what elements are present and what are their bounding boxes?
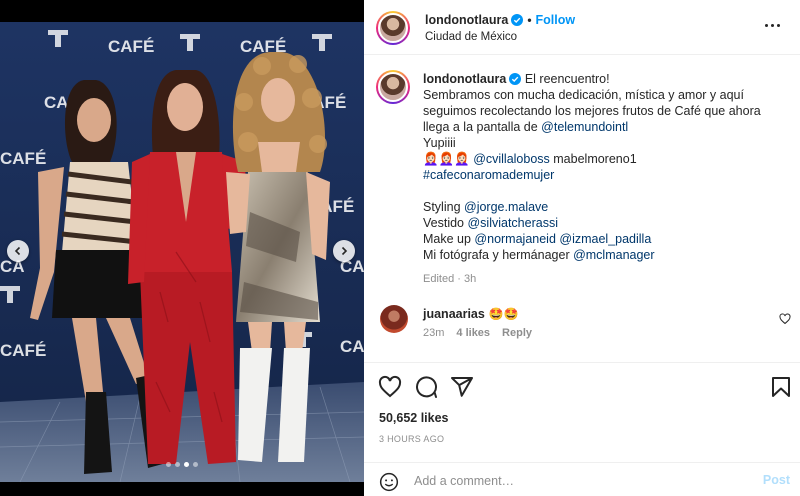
author-avatar[interactable] [376, 11, 410, 45]
reply-button[interactable]: Reply [502, 327, 532, 339]
post-details-panel: londonotlaura • Follow Ciudad de México lo… [364, 0, 800, 496]
post-header: londonotlaura • Follow Ciudad de México [364, 0, 800, 55]
carousel-dot-active [184, 462, 189, 467]
carousel-dot [175, 462, 180, 467]
carousel-next-button[interactable] [333, 240, 355, 262]
carousel-dot [166, 462, 171, 467]
comment-input[interactable] [412, 471, 742, 491]
comment-like-heart-icon[interactable] [779, 313, 791, 325]
post-caption: londonotlaura El reencuentro! Sembramos … [423, 71, 793, 287]
mention-link[interactable]: @normajaneid [474, 232, 555, 246]
svg-text:CAFÉ: CAFÉ [0, 341, 46, 360]
comment-meta: 23m 4 likes Reply [423, 327, 532, 339]
follow-button[interactable]: Follow [536, 13, 576, 27]
mention-link[interactable]: @izmael_padilla [559, 232, 651, 246]
author-header: londonotlaura • Follow [425, 13, 575, 27]
caption-line-11: Mi fotógrafa y hermánager [423, 248, 574, 262]
more-options-button[interactable] [762, 15, 782, 35]
heart-icon[interactable] [378, 375, 402, 399]
mention-link[interactable]: @mclmanager [573, 248, 654, 262]
mention-link[interactable]: @cvillaloboss [473, 152, 550, 166]
svg-text:CAFÉ: CAFÉ [340, 337, 364, 356]
edited-time[interactable]: 3h [464, 273, 476, 285]
instagram-post-modal: CAFÉ CAFÉ CAFÉ CAFÉ CAFÉ CAFÉ CAFÉ CAFÉ … [0, 0, 800, 496]
carousel-dot [193, 462, 198, 467]
carousel-indicator [0, 462, 364, 467]
commenter-username[interactable]: juanaarias [423, 307, 485, 321]
caption-emoji: 👩🏻‍🦰👩🏻‍🦰👩🏻‍🦰 [423, 152, 470, 166]
caption-username[interactable]: londonotlaura [423, 72, 506, 86]
post-photo[interactable]: CAFÉ CAFÉ CAFÉ CAFÉ CAFÉ CAFÉ CAFÉ CAFÉ … [0, 22, 364, 482]
comment-text: 🤩🤩 [488, 307, 519, 321]
svg-text:CAFÉ: CAFÉ [0, 149, 46, 168]
separator-dot: • [527, 13, 532, 27]
caption-line-2: Sembramos con mucha dedicación, mística … [423, 88, 744, 102]
edited-label: Edited [423, 273, 455, 285]
mention-link[interactable]: @jorge.malave [464, 200, 548, 214]
likes-count[interactable]: 50,652 likes [379, 411, 449, 425]
add-comment-bar: Post [364, 462, 800, 496]
caption-line-3: seguimos recolectando los mejores frutos… [423, 104, 761, 118]
comment-time[interactable]: 23m [423, 327, 444, 339]
caption-line-8: Styling [423, 200, 464, 214]
carousel-previous-button[interactable] [7, 240, 29, 262]
post-time[interactable]: 3 HOURS AGO [379, 434, 444, 444]
post-location[interactable]: Ciudad de México [425, 31, 517, 43]
mention-link[interactable]: @silviatcherassi [467, 216, 558, 230]
post-actions: 50,652 likes 3 HOURS AGO [364, 362, 800, 444]
chevron-left-icon [14, 246, 21, 256]
post-comment-button[interactable]: Post [763, 473, 790, 487]
comment-likes[interactable]: 4 likes [456, 327, 490, 339]
caption-line-10: Make up [423, 232, 475, 246]
caption-line-6: mabelmoreno1 [549, 152, 637, 166]
caption-line-1: El reencuentro! [524, 72, 610, 86]
svg-text:CAFÉ: CAFÉ [108, 37, 154, 56]
emoji-icon[interactable] [379, 472, 399, 492]
bookmark-icon[interactable] [769, 375, 793, 399]
comment-icon[interactable] [414, 375, 438, 399]
hashtag-link[interactable]: #cafeconaromademujer [423, 168, 554, 182]
verified-badge-icon [511, 14, 524, 26]
share-icon[interactable] [450, 375, 474, 399]
caption-line-9: Vestido [423, 216, 468, 230]
mention-link[interactable]: @telemundointl [541, 120, 628, 134]
caption-author-avatar[interactable] [376, 70, 410, 104]
more-horizontal-icon [764, 23, 768, 27]
author-username[interactable]: londonotlaura [425, 13, 508, 27]
caption-line-4: llega a la pantalla de [423, 120, 542, 134]
commenter-avatar[interactable] [380, 305, 408, 333]
chevron-right-icon [341, 246, 348, 256]
verified-badge-icon [509, 73, 522, 85]
caption-line-5: Yupiiii [423, 136, 456, 150]
caption-meta: Edited · 3h [423, 273, 477, 285]
post-media: CAFÉ CAFÉ CAFÉ CAFÉ CAFÉ CAFÉ CAFÉ CAFÉ … [0, 0, 364, 496]
comment-body: juanaarias 🤩🤩 [423, 307, 519, 321]
photo-illustration: CAFÉ CAFÉ CAFÉ CAFÉ CAFÉ CAFÉ CAFÉ CAFÉ … [0, 22, 364, 482]
